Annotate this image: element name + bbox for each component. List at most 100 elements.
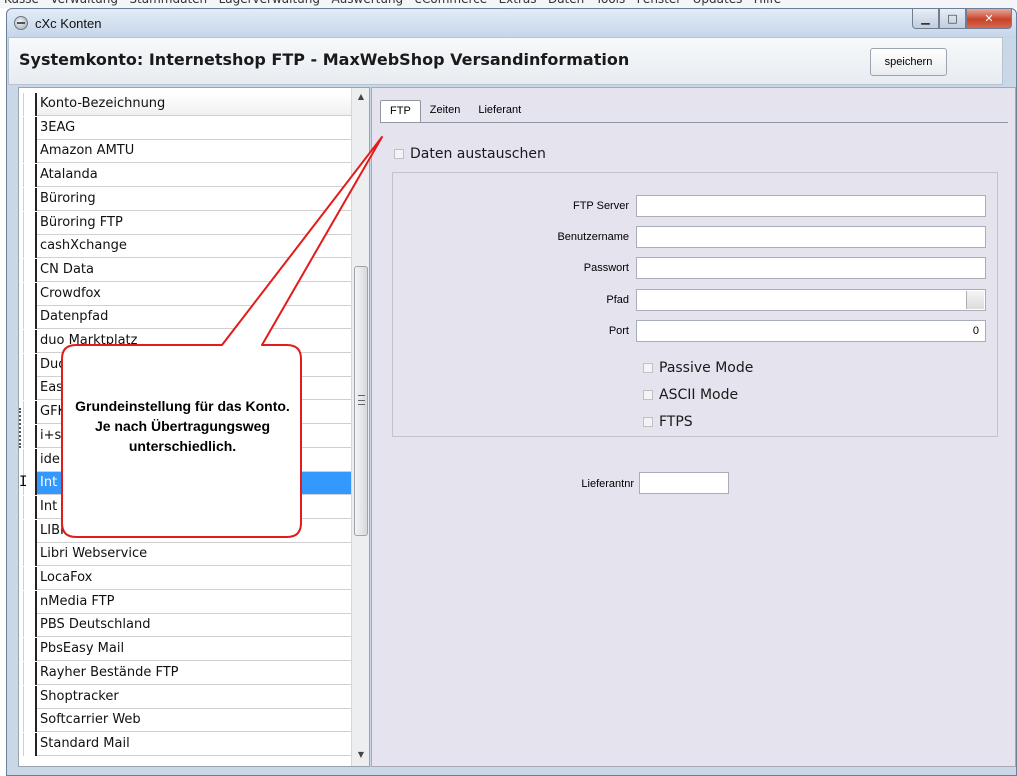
row-marker <box>23 448 37 472</box>
list-item-label: PBS Deutschland <box>40 617 151 633</box>
row-marker <box>23 519 37 543</box>
list-item[interactable]: Datenpfad <box>23 306 351 330</box>
minimize-button[interactable]: ▁ <box>912 9 939 29</box>
list-item-label: Libri Webservice <box>40 546 148 562</box>
list-item[interactable]: Int <box>23 495 351 519</box>
list-item[interactable]: Rayher Bestände FTP <box>23 661 351 685</box>
row-marker <box>23 495 37 519</box>
row-marker <box>23 258 37 282</box>
title-bar[interactable]: cXc Konten ▁ □ ✕ <box>7 9 1016 38</box>
row-marker <box>23 377 37 401</box>
list-item-label: LocaFox <box>40 570 93 585</box>
list-item-label: GFK <box>40 404 67 420</box>
row-marker <box>23 424 37 448</box>
maximize-button[interactable]: □ <box>939 9 966 29</box>
ftps-label: FTPS <box>659 414 693 430</box>
menu-cutoff-text: Kasse Verwaltung Stammdaten Lagerverwalt… <box>4 0 781 6</box>
list-item[interactable]: nMedia FTP <box>23 590 351 614</box>
ascii-mode-row[interactable]: ASCII Mode <box>643 387 738 403</box>
supplier-number-label: Lieferantnr <box>581 478 634 490</box>
exchange-data-checkbox[interactable] <box>394 149 404 159</box>
ftp-server-input[interactable] <box>636 195 986 217</box>
grip-icon <box>358 395 365 405</box>
passive-mode-label: Passive Mode <box>659 360 754 376</box>
tab-lieferant[interactable]: Lieferant <box>469 100 530 122</box>
list-item[interactable]: Duo <box>23 353 351 377</box>
list-item-label: Int <box>40 498 58 514</box>
tab-zeiten[interactable]: Zeiten <box>421 100 470 122</box>
list-item[interactable]: Shoptracker <box>23 685 351 709</box>
scroll-up-icon[interactable]: ▲ <box>355 92 367 104</box>
list-item[interactable]: 3EAG <box>23 116 351 140</box>
list-item-label: duo Marktplatz <box>40 333 138 348</box>
list-item[interactable]: CN Data <box>23 258 351 282</box>
row-marker <box>23 543 37 567</box>
list-item[interactable]: Atalanda <box>23 164 351 188</box>
supplier-number-input[interactable] <box>639 472 729 494</box>
row-marker <box>23 306 37 330</box>
passive-mode-checkbox[interactable] <box>643 363 653 373</box>
row-marker <box>23 93 37 116</box>
exchange-data-row[interactable]: Daten austauschen <box>394 146 546 162</box>
username-input[interactable] <box>636 226 986 248</box>
ascii-mode-label: ASCII Mode <box>659 387 739 403</box>
ftp-server-label: FTP Server <box>572 200 629 212</box>
list-item[interactable]: LIBRI FTP <box>23 519 351 543</box>
passive-mode-row[interactable]: Passive Mode <box>643 360 753 376</box>
list-item[interactable]: Büroring FTP <box>23 211 351 235</box>
ftps-row[interactable]: FTPS <box>643 414 693 430</box>
path-input[interactable] <box>636 289 986 311</box>
list-item[interactable]: PBS Deutschland <box>23 614 351 638</box>
row-marker <box>23 590 37 614</box>
row-marker <box>23 116 37 140</box>
exchange-data-label: Daten austauschen <box>410 146 546 162</box>
scroll-thumb[interactable] <box>354 266 368 536</box>
password-input[interactable] <box>636 257 986 279</box>
tab-ftp[interactable]: FTP <box>380 100 421 122</box>
list-item[interactable]: LocaFox <box>23 567 351 590</box>
list-item-label: Büroring FTP <box>40 214 123 230</box>
window-title: cXc Konten <box>35 16 102 31</box>
page-title: Systemkonto: Internetshop FTP - MaxWebSh… <box>19 50 630 69</box>
list-item-label: Büroring <box>40 190 96 206</box>
row-marker <box>23 638 37 662</box>
list-item[interactable]: Int I <box>19 472 351 496</box>
row-marker <box>23 164 37 188</box>
list-item[interactable]: Crowdfox <box>23 282 351 306</box>
tab-divider <box>380 122 1008 123</box>
browse-path-button[interactable] <box>966 291 984 309</box>
list-item-label: Datenpfad <box>40 309 109 325</box>
close-button[interactable]: ✕ <box>966 9 1012 29</box>
list-column-header[interactable]: Konto-Bezeichnung <box>23 93 351 116</box>
row-marker <box>23 685 37 709</box>
row-marker <box>23 211 37 235</box>
row-marker <box>23 353 37 377</box>
list-item[interactable]: Amazon AMTU <box>23 140 351 164</box>
list-item[interactable]: duo Marktplatz <box>23 330 351 353</box>
save-button[interactable]: speichern <box>870 48 947 76</box>
splitter-handle[interactable] <box>19 408 23 448</box>
list-item-label: PbsEasy Mail <box>40 641 125 657</box>
list-item[interactable]: Standard Mail <box>23 732 351 756</box>
list-item-label: cashXchange <box>40 238 127 254</box>
row-marker <box>23 235 37 259</box>
list-item[interactable]: PbsEasy Mail <box>23 638 351 662</box>
list-item[interactable]: Büroring <box>23 187 351 211</box>
row-marker <box>23 614 37 638</box>
list-scrollbar[interactable]: ▲ ▼ <box>351 88 369 766</box>
list-item-label: Eas <box>40 380 63 396</box>
ascii-mode-checkbox[interactable] <box>643 390 653 400</box>
scroll-down-icon[interactable]: ▼ <box>355 750 367 762</box>
row-marker <box>23 567 37 590</box>
menu-bar-cutoff: Kasse Verwaltung Stammdaten Lagerverwalt… <box>0 0 1017 8</box>
list-item-label: Atalanda <box>40 167 98 183</box>
row-marker <box>23 401 37 425</box>
ftps-checkbox[interactable] <box>643 417 653 427</box>
row-marker <box>23 709 37 733</box>
list-item[interactable]: Libri Webservice <box>23 543 351 567</box>
port-input[interactable]: 0 <box>636 320 986 342</box>
list-item-label: nMedia FTP <box>40 593 115 609</box>
list-item[interactable]: cashXchange <box>23 235 351 259</box>
list-item[interactable]: Softcarrier Web <box>23 709 351 733</box>
list-item-label: i+s <box>40 427 62 443</box>
